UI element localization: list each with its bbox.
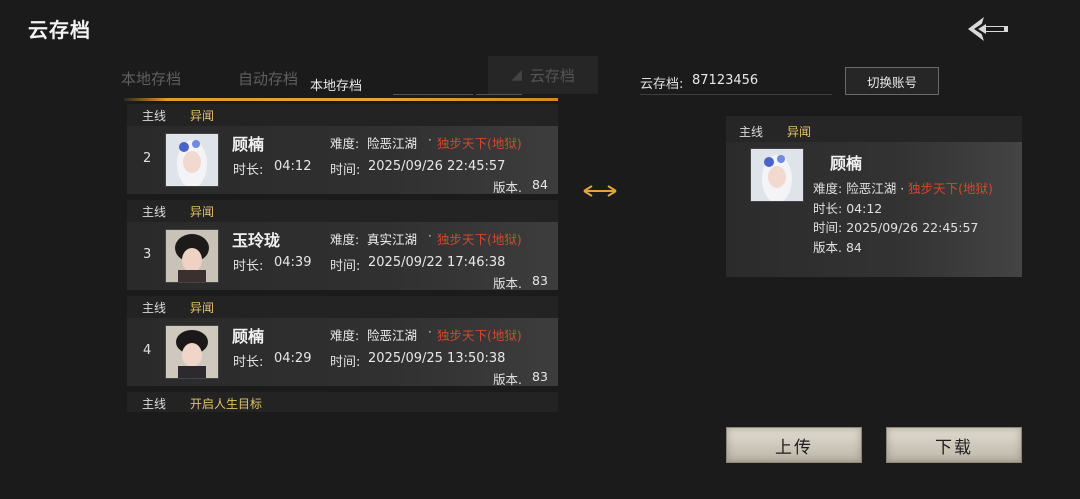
- character-name: 顾楠: [830, 154, 863, 173]
- slot-tag-row: 主线 异闻: [127, 200, 558, 222]
- slot-tag-row: 主线 异闻: [726, 116, 1022, 142]
- difficulty-value: 险恶江湖: [367, 136, 418, 151]
- version-value: 83: [532, 369, 548, 384]
- character-name: 顾楠: [232, 135, 265, 154]
- difficulty-value: 险恶江湖: [367, 328, 418, 343]
- tab-local-saves[interactable]: 本地存档: [310, 75, 362, 94]
- version-value: 83: [532, 273, 548, 288]
- tag-sub: 异闻: [190, 205, 215, 219]
- separator-dot: ·: [428, 133, 432, 147]
- mode-tag: 独步天下(地狱): [437, 328, 522, 343]
- tag-main: 主线: [142, 205, 167, 219]
- time-line: 时间: 2025/09/26 22:45:57: [813, 217, 978, 236]
- time-label: 时间:: [330, 259, 361, 274]
- page-title: 云存档: [28, 18, 91, 42]
- character-name: 玉玲珑: [232, 231, 281, 250]
- version-label: 版本.: [493, 180, 522, 195]
- tab-divider: [476, 94, 522, 95]
- slot-tag-row: 主线 开启人生目标: [127, 392, 558, 412]
- duration-line: 时长: 04:12: [813, 198, 882, 217]
- save-slot[interactable]: 主线 异闻 3 玉玲珑 难度: 真实江湖 · 独步天下(地狱) 时长: 04:3…: [127, 200, 558, 296]
- duration-value: 04:12: [274, 159, 312, 174]
- duration-value: 04:12: [846, 201, 883, 216]
- separator-dot: ·: [428, 325, 432, 339]
- difficulty-value: 真实江湖: [367, 232, 418, 247]
- time-value: 2025/09/26 22:45:57: [368, 159, 506, 174]
- tag-sub: 异闻: [787, 125, 812, 139]
- difficulty-label: 难度:: [813, 181, 843, 196]
- slot-body: 4 顾楠 难度: 险恶江湖 · 独步天下(地狱) 时长: 04:29 时间: 2…: [127, 318, 558, 387]
- version-label: 版本.: [813, 240, 842, 255]
- version-line: 版本. 84: [813, 237, 862, 256]
- difficulty-label: 难度:: [330, 232, 360, 247]
- tab-local-saves-shadow: 本地存档: [121, 70, 182, 88]
- difficulty-label: 难度:: [330, 136, 360, 151]
- tag-main: 主线: [142, 301, 167, 315]
- tag-sub: 异闻: [190, 301, 215, 315]
- difficulty-label: 难度:: [330, 328, 360, 343]
- mode-tag: 独步天下(地狱): [437, 232, 522, 247]
- tag-sub: 开启人生目标: [190, 397, 263, 411]
- upload-button[interactable]: 上传: [726, 427, 862, 463]
- cloud-save-label: 云存档:: [640, 77, 684, 92]
- slot-body: 3 玉玲珑 难度: 真实江湖 · 独步天下(地狱) 时长: 04:39 时间: …: [127, 222, 558, 291]
- version-label: 版本.: [493, 276, 522, 291]
- avatar: [165, 133, 219, 187]
- decorative-arc: [0, 10, 14, 110]
- cloud-icon: ◢: [511, 67, 522, 83]
- duration-value: 04:29: [274, 351, 312, 366]
- duration-label: 时长:: [813, 201, 843, 216]
- tag-main: 主线: [142, 397, 167, 411]
- tag-main: 主线: [142, 109, 167, 123]
- cloud-account-id: 87123456: [692, 73, 759, 88]
- tab-divider: [393, 94, 473, 95]
- switch-account-button[interactable]: 切换账号: [845, 67, 939, 95]
- character-name: 顾楠: [232, 327, 265, 346]
- avatar: [165, 325, 219, 379]
- time-value: 2025/09/25 13:50:38: [368, 351, 506, 366]
- slot-tag-row: 主线 异闻: [127, 104, 558, 126]
- version-value: 84: [845, 240, 862, 255]
- back-arrow-icon[interactable]: [964, 12, 1012, 46]
- difficulty-line: 难度: 险恶江湖 · 独步天下(地狱): [813, 178, 993, 197]
- version-label: 版本.: [493, 372, 522, 387]
- cloud-divider: [640, 94, 832, 95]
- slot-index: 3: [143, 247, 152, 262]
- save-slot[interactable]: 主线 开启人生目标: [127, 392, 558, 412]
- duration-value: 04:39: [274, 255, 312, 270]
- download-button[interactable]: 下载: [886, 427, 1022, 463]
- slot-body: 2 顾楠 难度: 险恶江湖 · 独步天下(地狱) 时长: 04:12 时间: 2…: [127, 126, 558, 195]
- time-value: 2025/09/26 22:45:57: [846, 220, 979, 235]
- cloud-save-card[interactable]: 主线 异闻 顾楠 难度: 险恶江湖 · 独步天下(地狱) 时长: 04:12 时…: [726, 116, 1022, 277]
- separator-dot: ·: [900, 181, 905, 196]
- tab-cloud-label: 云存档: [529, 66, 575, 85]
- tab-auto-saves[interactable]: 自动存档: [238, 68, 298, 89]
- separator-dot: ·: [428, 229, 432, 243]
- tab-cloud-saves[interactable]: ◢ 云存档: [488, 56, 598, 94]
- slot-tag-row: 主线 异闻: [127, 296, 558, 318]
- duration-label: 时长:: [233, 163, 264, 178]
- slot-index: 4: [143, 343, 152, 358]
- duration-label: 时长:: [233, 259, 264, 274]
- local-save-list[interactable]: 主线 异闻 2 顾楠 难度: 险恶江湖 · 独步天下(地狱) 时长: 04:12…: [127, 104, 558, 412]
- slot-index: 2: [143, 151, 152, 166]
- time-label: 时间:: [330, 355, 361, 370]
- time-label: 时间:: [330, 163, 361, 178]
- time-value: 2025/09/22 17:46:38: [368, 255, 506, 270]
- version-value: 84: [532, 177, 548, 192]
- list-header-bar: [124, 98, 558, 101]
- swap-arrows-icon: [583, 185, 617, 197]
- save-slot[interactable]: 主线 异闻 2 顾楠 难度: 险恶江湖 · 独步天下(地狱) 时长: 04:12…: [127, 104, 558, 200]
- difficulty-value: 险恶江湖: [846, 181, 897, 196]
- tag-main: 主线: [739, 125, 764, 139]
- duration-label: 时长:: [233, 355, 264, 370]
- save-slot[interactable]: 主线 异闻 4 顾楠 难度: 险恶江湖 · 独步天下(地狱) 时长: 04:29…: [127, 296, 558, 392]
- tag-sub: 异闻: [190, 109, 215, 123]
- mode-tag: 独步天下(地狱): [908, 181, 993, 196]
- time-label: 时间:: [813, 220, 843, 235]
- avatar: [165, 229, 219, 283]
- avatar: [750, 148, 804, 202]
- mode-tag: 独步天下(地狱): [437, 136, 522, 151]
